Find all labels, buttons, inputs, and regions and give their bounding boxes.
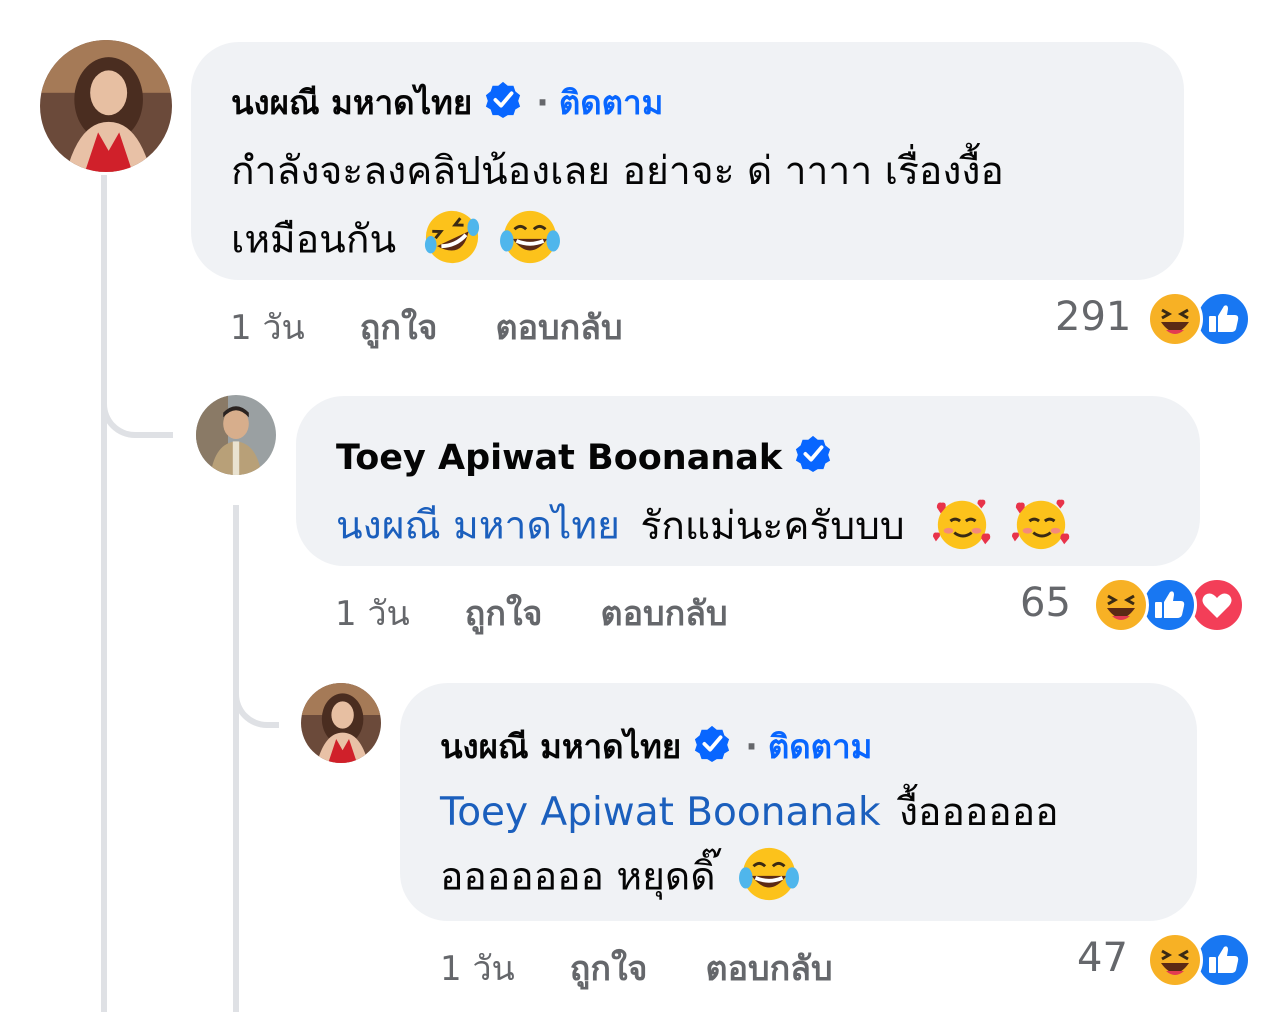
comment-author[interactable]: Toey Apiwat Boonanak: [336, 438, 782, 478]
thread-line-reply: [233, 505, 239, 1012]
thread-line-main: [101, 175, 107, 1012]
comment-bubble: นงผณี มหาดไทย · ติดตาม กำลังจะลงคลิปน้อง…: [191, 42, 1184, 280]
smiling-hearts-emoji: [931, 494, 993, 562]
comment-bubble: Toey Apiwat Boonanak นงผณี มหาดไทย รักแม…: [296, 396, 1200, 566]
mention-link[interactable]: นงผณี มหาดไทย: [336, 504, 620, 549]
reaction-icons[interactable]: [1147, 932, 1251, 988]
haha-reaction-icon: [1093, 577, 1149, 633]
separator-dot: ·: [536, 83, 549, 122]
like-reaction-icon: [1141, 577, 1197, 633]
comment-time[interactable]: 1 วัน: [335, 586, 410, 640]
avatar[interactable]: [40, 40, 172, 172]
comment-text-line-2: อออออออ หยุดดิ๊: [440, 845, 800, 913]
separator-dot: ·: [745, 727, 758, 766]
tears-of-joy-emoji: [499, 208, 561, 276]
comment-actions: 1 วัน ถูกใจ ตอบกลับ: [440, 941, 833, 995]
reaction-icons[interactable]: [1093, 577, 1245, 633]
reaction-count[interactable]: 291: [1055, 294, 1131, 340]
reply-button[interactable]: ตอบกลับ: [600, 586, 727, 640]
rolling-laughing-emoji: [423, 208, 481, 276]
haha-reaction-icon: [1147, 932, 1203, 988]
smiling-hearts-emoji: [1010, 494, 1072, 562]
verified-badge-icon: [484, 80, 522, 126]
avatar[interactable]: [301, 683, 381, 763]
reply-button[interactable]: ตอบกลับ: [705, 941, 832, 995]
reaction-count[interactable]: 47: [1077, 935, 1128, 981]
verified-badge-icon: [794, 434, 832, 481]
mention-link[interactable]: Toey Apiwat Boonanak: [440, 790, 881, 835]
follow-button[interactable]: ติดตาม: [559, 76, 664, 129]
tears-of-joy-emoji: [738, 845, 800, 913]
comment-text: นงผณี มหาดไทย รักแม่นะครับบบ: [336, 494, 1072, 562]
comment-author[interactable]: นงผณี มหาดไทย: [440, 720, 681, 773]
haha-reaction-icon: [1147, 291, 1203, 347]
avatar[interactable]: [196, 395, 276, 475]
like-button[interactable]: ถูกใจ: [570, 941, 648, 995]
like-button[interactable]: ถูกใจ: [465, 586, 543, 640]
thread-connector-1: [101, 370, 173, 438]
follow-button[interactable]: ติดตาม: [768, 720, 873, 773]
thread-connector-2: [233, 660, 279, 728]
reply-button[interactable]: ตอบกลับ: [495, 300, 622, 354]
comment-time[interactable]: 1 วัน: [230, 300, 305, 354]
comment-text-line-1: Toey Apiwat Boonanak งื้ออออออ: [440, 790, 1059, 835]
comment-actions: 1 วัน ถูกใจ ตอบกลับ: [335, 586, 728, 640]
comment-time[interactable]: 1 วัน: [440, 941, 515, 995]
comment-text-line-2: เหมือนกัน: [231, 208, 561, 276]
comment-bubble: นงผณี มหาดไทย · ติดตาม Toey Apiwat Boona…: [400, 683, 1197, 921]
reaction-count[interactable]: 65: [1020, 580, 1071, 626]
reaction-icons[interactable]: [1147, 291, 1251, 347]
love-reaction-icon: [1189, 577, 1245, 633]
comment-author[interactable]: นงผณี มหาดไทย: [231, 76, 472, 129]
comment-text-line-1: กำลังจะลงคลิปน้องเลย อย่าจะ ด่ าาาา เรื่…: [231, 149, 1004, 194]
like-reaction-icon: [1195, 291, 1251, 347]
comment-actions: 1 วัน ถูกใจ ตอบกลับ: [230, 300, 623, 354]
verified-badge-icon: [693, 724, 731, 770]
like-button[interactable]: ถูกใจ: [360, 300, 438, 354]
like-reaction-icon: [1195, 932, 1251, 988]
